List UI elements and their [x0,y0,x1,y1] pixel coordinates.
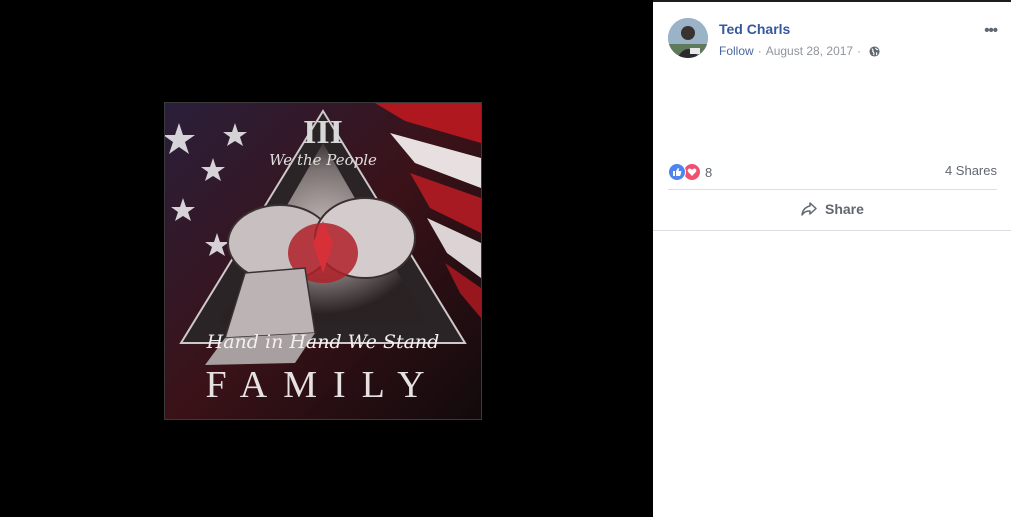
globe-icon [869,45,880,57]
photo-numeral: III [303,114,343,151]
photo-viewer: III We the People Hand in Hand We Stand … [0,0,653,517]
reaction-count: 8 [705,164,713,180]
photo-script: We the People [269,151,377,169]
post-meta: Follow · August 28, 2017 · [719,44,880,58]
photo-motto: Hand in Hand We Stand [206,331,440,353]
photo-word: FAMILY [205,364,440,406]
divider [653,230,1011,231]
divider [668,189,997,190]
post-side-panel: Ted Charls Follow · August 28, 2017 · ••… [653,0,1011,517]
share-button-label: Share [825,201,864,217]
share-arrow-icon [801,202,817,216]
reactions-summary[interactable]: 8 [668,163,712,181]
post-date[interactable]: August 28, 2017 [766,44,853,58]
more-options-icon[interactable]: ••• [984,22,998,39]
shares-count[interactable]: 4 Shares [945,163,997,178]
author-name[interactable]: Ted Charls [719,21,790,37]
post-photo[interactable]: III We the People Hand in Hand We Stand … [164,102,482,420]
meta-separator: · [757,44,762,58]
meta-separator-2: · [857,44,862,58]
share-button[interactable]: Share [800,201,864,217]
follow-link[interactable]: Follow [719,44,754,58]
author-avatar[interactable] [668,18,708,58]
like-icon [668,163,686,181]
